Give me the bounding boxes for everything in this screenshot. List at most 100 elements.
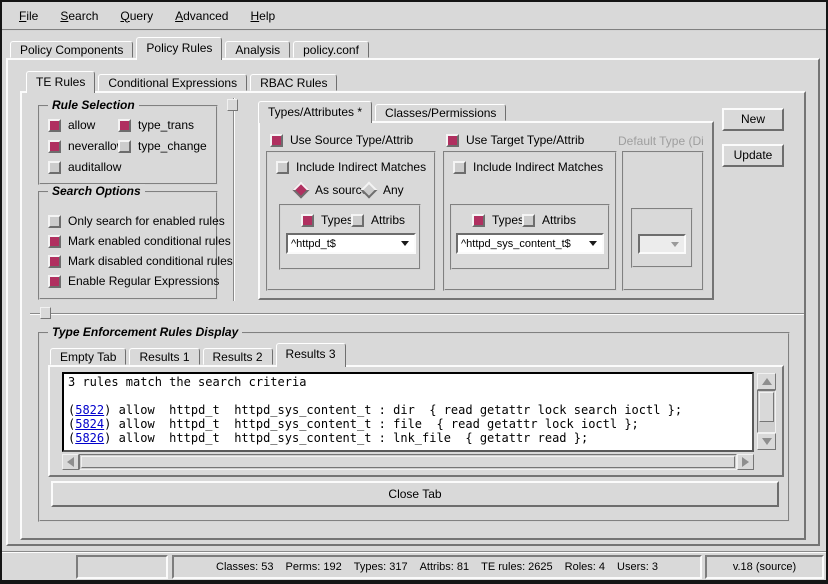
- source-type-combobox[interactable]: ^httpd_t$: [286, 233, 416, 254]
- tab-policy-conf[interactable]: policy.conf: [293, 41, 369, 58]
- checkbox-type-trans[interactable]: type_trans: [118, 118, 194, 132]
- new-button[interactable]: New: [722, 108, 784, 131]
- status-panel-stats: Classes: 53 Perms: 192 Types: 317 Attrib…: [172, 555, 702, 579]
- checkbox-source-attribs[interactable]: Attribs: [351, 213, 405, 227]
- tab-policy-components[interactable]: Policy Components: [10, 41, 133, 58]
- radio-as-source[interactable]: As source: [295, 183, 368, 197]
- tab-analysis[interactable]: Analysis: [225, 41, 290, 58]
- rule-id-link[interactable]: 5822: [75, 403, 104, 417]
- results-message: 3 rules match the search criteria: [68, 375, 748, 389]
- rule-id-link[interactable]: 5824: [75, 417, 104, 431]
- vertical-scrollbar-thumb[interactable]: [759, 392, 774, 422]
- checkbox-target-attribs[interactable]: Attribs: [522, 213, 576, 227]
- status-perms: Perms: 192: [286, 561, 342, 573]
- tab-conditional-expressions[interactable]: Conditional Expressions: [98, 74, 247, 91]
- chevron-down-icon: [671, 242, 679, 247]
- horizontal-scrollbar-thumb[interactable]: [81, 456, 735, 468]
- vertical-sash[interactable]: [233, 98, 235, 301]
- tab-results-1[interactable]: Results 1: [129, 348, 199, 365]
- arrow-up-icon: [762, 378, 772, 385]
- checkbox-indicator: [48, 119, 61, 132]
- rule-line: (5824) allow httpd_t httpd_sys_content_t…: [68, 417, 748, 431]
- checkbox-use-source-type[interactable]: Use Source Type/Attrib: [270, 133, 413, 147]
- checkbox-enable-regex[interactable]: Enable Regular Expressions: [48, 274, 219, 288]
- checkbox-mark-disabled-conditional[interactable]: Mark disabled conditional rules: [48, 254, 233, 268]
- checkbox-indicator: [270, 134, 283, 147]
- checkbox-mark-enabled-conditional[interactable]: Mark enabled conditional rules: [48, 234, 231, 248]
- status-te-rules: TE rules: 2625: [481, 561, 553, 573]
- tab-results-3[interactable]: Results 3: [276, 343, 346, 367]
- tab-classes-permissions[interactable]: Classes/Permissions: [375, 104, 506, 121]
- menu-search[interactable]: Search: [49, 6, 109, 26]
- rule-text: allow httpd_t httpd_sys_content_t : file…: [119, 417, 639, 431]
- arrow-right-icon: [742, 457, 749, 467]
- arrow-down-icon: [762, 438, 772, 445]
- update-button[interactable]: Update: [722, 144, 784, 167]
- checkbox-label: allow: [68, 118, 95, 132]
- target-type-combobox[interactable]: ^httpd_sys_content_t$: [456, 233, 604, 254]
- menu-file[interactable]: File: [8, 6, 49, 26]
- radio-any[interactable]: Any: [363, 183, 404, 197]
- checkbox-label: Use Source Type/Attrib: [290, 133, 413, 147]
- vertical-sash-handle[interactable]: [227, 99, 238, 111]
- target-type-value: ^httpd_sys_content_t$: [458, 238, 587, 250]
- checkbox-label: Attribs: [371, 213, 405, 227]
- main-tab-bar: Policy Components Policy Rules Analysis …: [10, 37, 372, 60]
- radio-label: Any: [383, 183, 404, 197]
- checkbox-neverallow[interactable]: neverallow: [48, 139, 125, 153]
- types-tab-bar: Types/Attributes * Classes/Permissions: [258, 101, 509, 123]
- checkbox-allow[interactable]: allow: [48, 118, 95, 132]
- tab-policy-rules[interactable]: Policy Rules: [136, 37, 222, 60]
- checkbox-type-change[interactable]: type_change: [118, 139, 207, 153]
- checkbox-auditallow[interactable]: auditallow: [48, 160, 121, 174]
- checkbox-target-indirect[interactable]: Include Indirect Matches: [453, 160, 603, 174]
- checkbox-indicator: [118, 140, 131, 153]
- checkbox-source-indirect[interactable]: Include Indirect Matches: [276, 160, 426, 174]
- tab-rbac-rules[interactable]: RBAC Rules: [250, 74, 337, 91]
- scroll-left-button[interactable]: [62, 454, 79, 470]
- chevron-down-icon[interactable]: [589, 241, 597, 246]
- checkbox-use-target-type[interactable]: Use Target Type/Attrib: [446, 133, 584, 147]
- horizontal-sash-handle[interactable]: [40, 307, 51, 319]
- checkbox-label: Types: [492, 213, 524, 227]
- checkbox-indicator: [446, 134, 459, 147]
- checkbox-target-types[interactable]: Types: [472, 213, 524, 227]
- chevron-down-icon[interactable]: [401, 241, 409, 246]
- search-options-title: Search Options: [48, 184, 145, 198]
- policy-version: v.18 (source): [733, 561, 796, 573]
- radio-indicator: [361, 182, 378, 199]
- blank-line: [68, 389, 748, 403]
- menu-advanced[interactable]: Advanced: [164, 6, 239, 26]
- checkbox-indicator: [48, 255, 61, 268]
- close-tab-button[interactable]: Close Tab: [51, 481, 779, 507]
- rule-text: allow httpd_t httpd_sys_content_t : lnk_…: [119, 431, 589, 445]
- rule-id-link[interactable]: 5826: [75, 431, 104, 445]
- horizontal-sash[interactable]: [30, 313, 804, 315]
- rule-line: (5822) allow httpd_t httpd_sys_content_t…: [68, 403, 748, 417]
- checkbox-indicator: [472, 214, 485, 227]
- checkbox-indicator: [48, 161, 61, 174]
- checkbox-label: Use Target Type/Attrib: [466, 133, 584, 147]
- scroll-right-button[interactable]: [737, 454, 754, 470]
- te-rules-display-title: Type Enforcement Rules Display: [48, 325, 242, 339]
- checkbox-only-enabled-rules[interactable]: Only search for enabled rules: [48, 214, 225, 228]
- statusbar-separator: [2, 551, 826, 553]
- app-window: File Search Query Advanced Help Policy C…: [0, 0, 828, 584]
- checkbox-indicator: [301, 214, 314, 227]
- checkbox-indicator: [118, 119, 131, 132]
- scroll-down-button[interactable]: [757, 433, 776, 450]
- checkbox-source-types[interactable]: Types: [301, 213, 353, 227]
- tab-results-2[interactable]: Results 2: [203, 348, 273, 365]
- results-text-area[interactable]: 3 rules match the search criteria (5822)…: [62, 372, 754, 452]
- status-panel-empty: [76, 555, 168, 579]
- menu-help[interactable]: Help: [239, 6, 286, 26]
- menu-query[interactable]: Query: [109, 6, 164, 26]
- default-type-label: Default Type (Disabled): [618, 134, 704, 148]
- tab-types-attributes[interactable]: Types/Attributes *: [258, 101, 372, 123]
- checkbox-label: Only search for enabled rules: [68, 214, 225, 228]
- checkbox-label: neverallow: [68, 139, 125, 153]
- tab-te-rules[interactable]: TE Rules: [26, 71, 95, 93]
- scroll-up-button[interactable]: [757, 373, 776, 390]
- checkbox-indicator: [453, 161, 466, 174]
- tab-empty-tab[interactable]: Empty Tab: [50, 348, 126, 365]
